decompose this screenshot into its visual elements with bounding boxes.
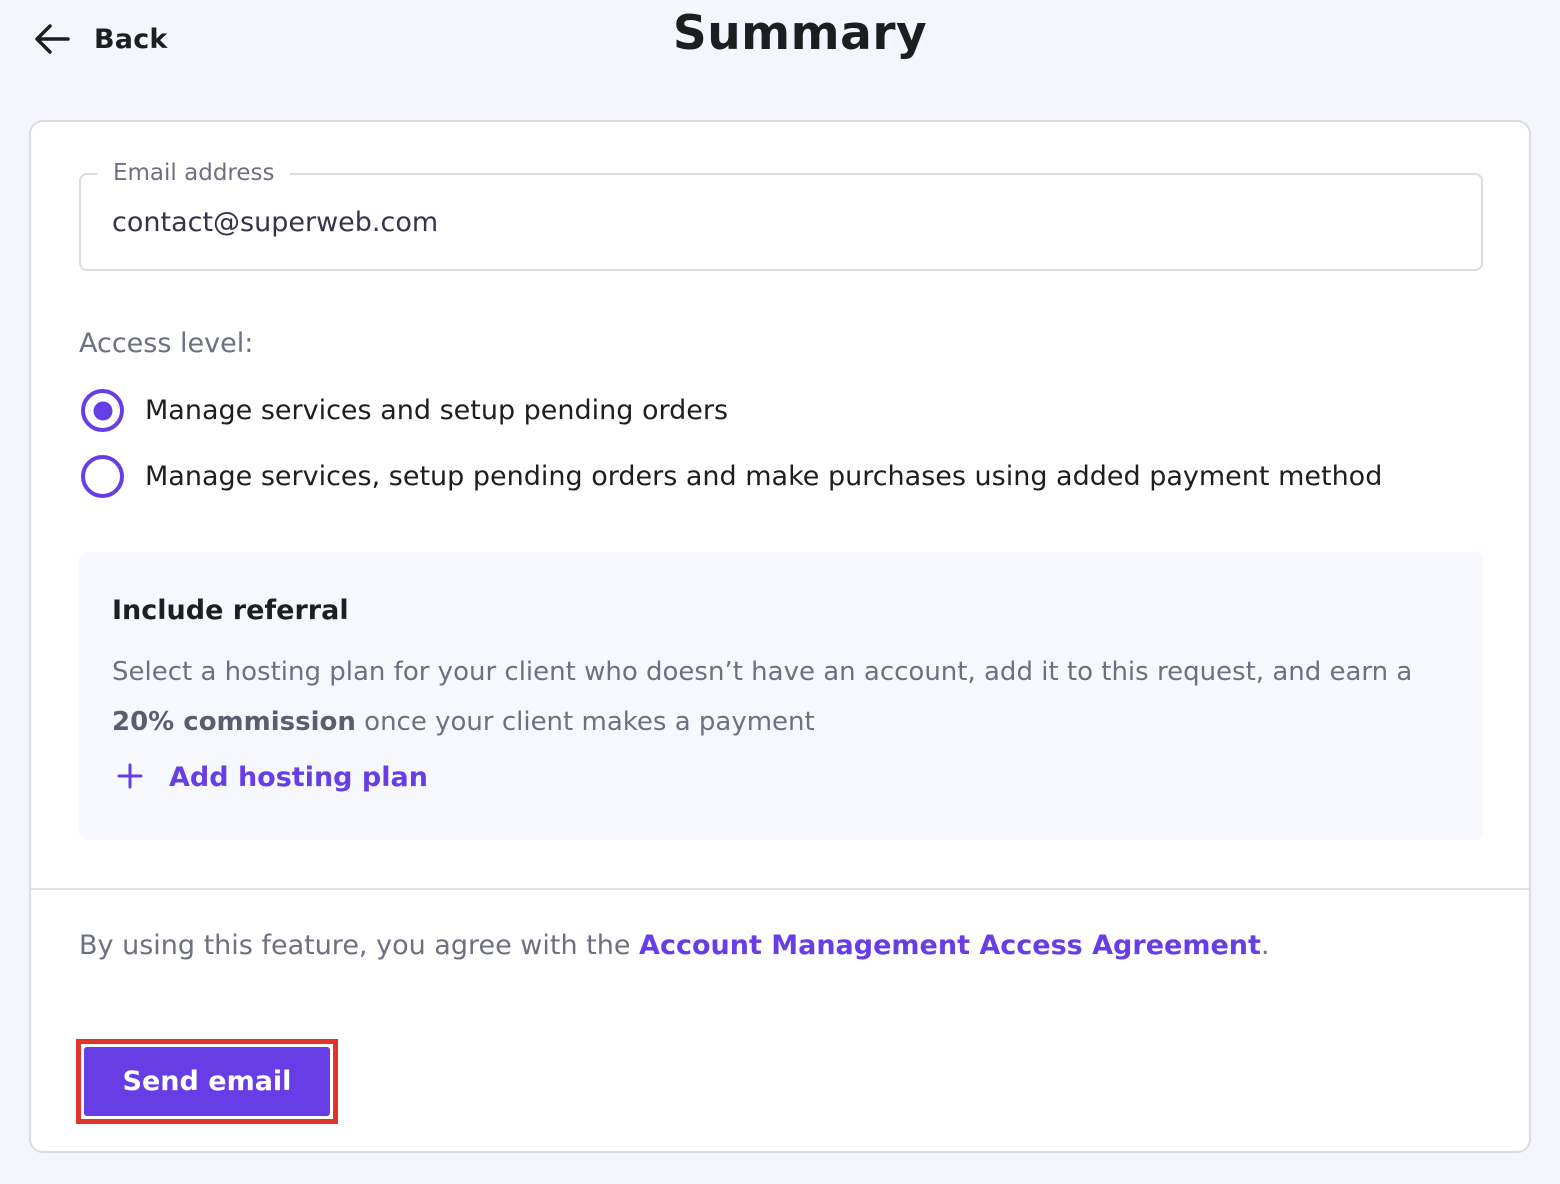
access-level-label: Access level: (79, 328, 254, 359)
email-field-value[interactable]: contact@superweb.com (112, 207, 438, 238)
referral-section: Include referral Select a hosting plan f… (79, 552, 1483, 840)
commission-highlight: 20% commission (112, 707, 356, 737)
access-option-label: Manage services and setup pending orders (145, 395, 729, 426)
send-email-highlight: Send email (76, 1039, 338, 1124)
plus-icon (117, 763, 143, 793)
add-hosting-plan-button[interactable]: Add hosting plan (117, 762, 428, 793)
add-hosting-plan-label: Add hosting plan (169, 762, 428, 793)
access-option-manage[interactable]: Manage services and setup pending orders (81, 389, 728, 432)
summary-page: Back Summary Email address contact@super… (0, 0, 1560, 1184)
referral-title: Include referral (112, 595, 349, 626)
summary-card: Email address contact@superweb.com Acces… (29, 120, 1531, 1153)
divider (31, 888, 1529, 890)
page-title: Summary (672, 6, 928, 61)
access-option-label: Manage services, setup pending orders an… (145, 461, 1383, 492)
email-field-label: Email address (97, 160, 291, 186)
radio-unchecked-icon[interactable] (81, 455, 124, 498)
referral-description: Select a hosting plan for your client wh… (112, 657, 1413, 737)
agreement-notice: By using this feature, you agree with th… (79, 930, 1270, 961)
agreement-link[interactable]: Account Management Access Agreement (639, 930, 1261, 961)
access-option-manage-and-purchase[interactable]: Manage services, setup pending orders an… (81, 455, 1382, 498)
radio-checked-icon[interactable] (81, 389, 124, 432)
email-field[interactable]: Email address contact@superweb.com (79, 160, 1483, 271)
send-email-button[interactable]: Send email (84, 1047, 330, 1116)
